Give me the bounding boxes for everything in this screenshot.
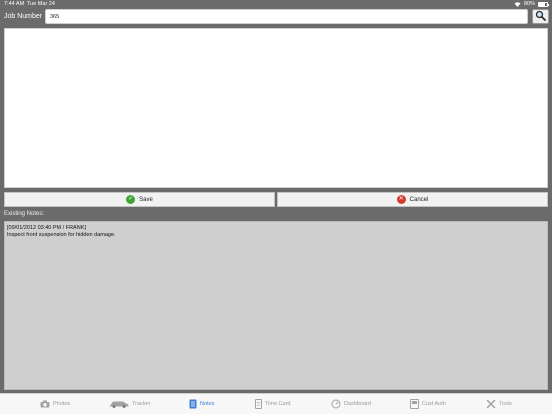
- save-button[interactable]: ✓ Save: [4, 192, 275, 207]
- tab-photos-label: Photos: [53, 401, 71, 407]
- battery-icon: [538, 2, 549, 7]
- new-note-textarea[interactable]: [4, 28, 548, 188]
- tab-cust-auth-label: Cust Auth: [422, 401, 446, 407]
- battery-percent: 80%: [523, 1, 535, 7]
- cancel-button[interactable]: ✕ Cancel: [277, 192, 548, 207]
- job-number-input[interactable]: [45, 9, 528, 24]
- tab-notes-label: Notes: [200, 401, 215, 407]
- tab-photos[interactable]: Photos: [40, 398, 70, 410]
- wifi-icon: [514, 2, 521, 7]
- note-entry: [09/01/2012 03:40 PM / FRANK] Inspect fr…: [7, 225, 545, 238]
- cust-auth-icon: [410, 399, 419, 409]
- tab-time-card[interactable]: Time Card: [255, 398, 290, 410]
- search-button[interactable]: [532, 9, 549, 24]
- tab-tracker[interactable]: Tracker: [109, 398, 150, 410]
- tab-tracker-label: Tracker: [132, 401, 151, 407]
- tab-cust-auth[interactable]: Cust Auth: [410, 398, 446, 410]
- dashboard-icon: [331, 399, 341, 409]
- cancel-button-label: Cancel: [409, 196, 429, 203]
- existing-notes-label: Existing Notes:: [4, 211, 45, 217]
- search-icon: [535, 8, 546, 26]
- tab-time-card-label: Time Card: [265, 401, 291, 407]
- tab-tools-label: Tools: [499, 401, 512, 407]
- camera-icon: [40, 400, 50, 408]
- tab-dashboard-label: Dashboard: [344, 401, 371, 407]
- save-button-label: Save: [139, 196, 153, 203]
- tab-tools[interactable]: Tools: [486, 398, 512, 410]
- tools-icon: [486, 399, 496, 409]
- time-card-icon: [255, 399, 262, 409]
- car-icon: [109, 400, 129, 408]
- job-number-label: Job Number: [4, 13, 43, 20]
- status-bar: 7:44 AM Tue Mar 24 80%: [0, 0, 552, 9]
- status-date: Tue Mar 24: [27, 1, 55, 7]
- status-time: 7:44 AM: [4, 1, 25, 7]
- note-text: Inspect front suspension for hidden dama…: [7, 231, 116, 238]
- tab-bar: Photos Tracker Notes Time Card Dashboard…: [0, 393, 552, 414]
- tab-dashboard[interactable]: Dashboard: [331, 398, 371, 410]
- notes-icon: [189, 399, 197, 409]
- checkmark-icon: ✓: [126, 195, 136, 204]
- existing-notes-list: [09/01/2012 03:40 PM / FRANK] Inspect fr…: [4, 221, 548, 390]
- close-icon: ✕: [396, 195, 406, 204]
- tab-notes[interactable]: Notes: [189, 398, 214, 410]
